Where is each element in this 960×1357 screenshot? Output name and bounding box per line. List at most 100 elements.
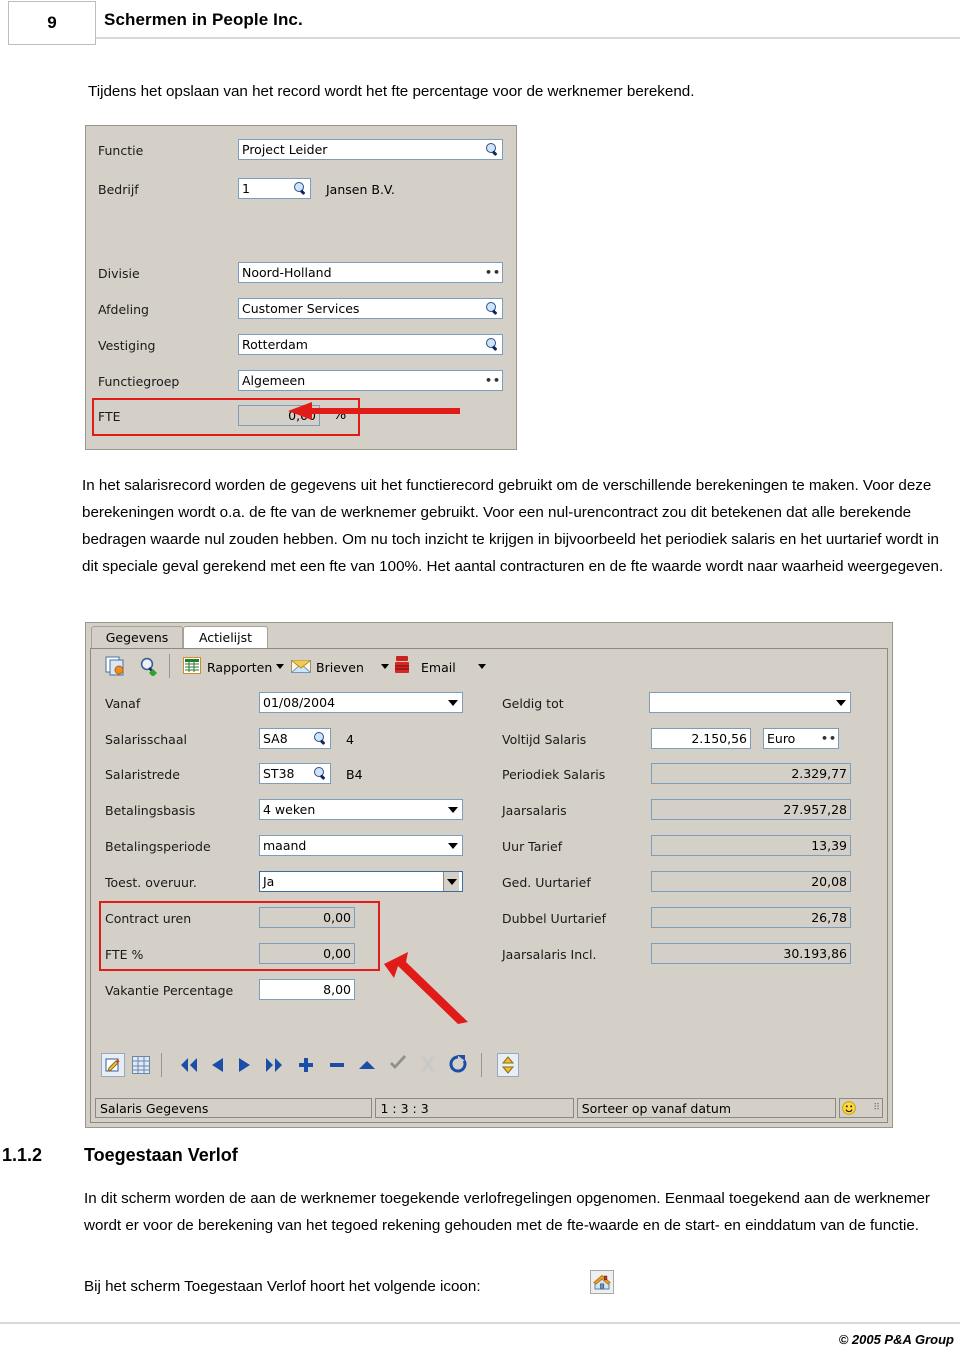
edit-record-icon[interactable]: [101, 1053, 125, 1077]
search-icon[interactable]: [486, 338, 499, 351]
divisie-value: Noord-Holland: [242, 265, 332, 280]
grid-view-icon[interactable]: [131, 1055, 151, 1075]
chevron-down-icon[interactable]: [448, 842, 458, 849]
salarisschaal-field[interactable]: SA8: [259, 728, 331, 749]
search-icon[interactable]: [314, 732, 327, 745]
tab-gegevens[interactable]: Gegevens: [91, 626, 183, 648]
reports-icon[interactable]: [183, 657, 201, 677]
uur-tarief-field[interactable]: 13,39: [651, 835, 851, 856]
divisie-field[interactable]: Noord-Holland •••: [238, 262, 503, 283]
reports-label[interactable]: Rapporten: [207, 660, 272, 675]
functiegroep-value: Algemeen: [242, 373, 306, 388]
functie-value: Project Leider: [242, 142, 328, 157]
afdeling-label: Afdeling: [98, 302, 149, 317]
cancel-icon[interactable]: [419, 1055, 437, 1073]
first-record-icon[interactable]: [177, 1055, 199, 1075]
ellipsis-icon[interactable]: •••: [485, 267, 502, 278]
status-sort-cell: Sorteer op vanaf datum: [576, 1098, 837, 1118]
afdeling-field[interactable]: Customer Services: [238, 298, 503, 319]
jaarsalaris-field[interactable]: 27.957,28: [651, 799, 851, 820]
refresh-icon[interactable]: [448, 1054, 468, 1074]
vakantie-percentage-label: Vakantie Percentage: [105, 983, 234, 998]
footer-divider: [0, 1322, 960, 1324]
dubbel-uurtarief-field[interactable]: 26,78: [651, 907, 851, 928]
status-smiley-cell: ⠿: [839, 1098, 883, 1118]
vestiging-field[interactable]: Rotterdam: [238, 334, 503, 355]
resize-grip-icon[interactable]: ⠿: [873, 1103, 880, 1113]
up-icon[interactable]: [357, 1055, 377, 1075]
chevron-down-icon[interactable]: [448, 699, 458, 706]
ellipsis-icon[interactable]: •••: [485, 375, 502, 386]
reports-chevron-down-icon[interactable]: [276, 664, 284, 669]
salaristrede-value: ST38: [263, 766, 295, 781]
record-navigation-toolbar: [91, 1049, 887, 1081]
smiley-icon[interactable]: [842, 1101, 857, 1115]
voltijd-salaris-field[interactable]: 2.150,56: [651, 728, 751, 749]
functiegroep-label: Functiegroep: [98, 374, 180, 389]
email-chevron-down-icon[interactable]: [478, 664, 486, 669]
contract-uren-field[interactable]: 0,00: [259, 907, 355, 928]
nav-separator-1: [161, 1053, 162, 1077]
page-number-box: 9: [8, 1, 96, 45]
previous-record-icon[interactable]: [209, 1055, 225, 1075]
chevron-down-icon[interactable]: [448, 806, 458, 813]
vakantie-percentage-value: 8,00: [323, 982, 351, 997]
afdeling-value: Customer Services: [242, 301, 360, 316]
search-icon[interactable]: [486, 302, 499, 315]
tab-actielijst[interactable]: Actielijst: [183, 626, 268, 648]
functie-label: Functie: [98, 143, 144, 158]
betalingsbasis-label: Betalingsbasis: [105, 803, 196, 818]
voltijd-salaris-value: 2.150,56: [691, 731, 747, 746]
jaarsalaris-value: 27.957,28: [783, 802, 847, 817]
currency-field[interactable]: Euro •••: [763, 728, 839, 749]
sort-icon[interactable]: [497, 1053, 519, 1077]
toest-overuur-field[interactable]: Ja: [259, 871, 463, 892]
confirm-icon[interactable]: [388, 1054, 408, 1074]
bedrijf-name: Jansen B.V.: [326, 182, 395, 197]
bedrijf-value: 1: [242, 181, 250, 196]
vakantie-percentage-field[interactable]: 8,00: [259, 979, 355, 1000]
functiegroep-field[interactable]: Algemeen •••: [238, 370, 503, 391]
bedrijf-label: Bedrijf: [98, 182, 139, 197]
delete-record-icon[interactable]: [328, 1055, 346, 1075]
house-icon: [590, 1270, 614, 1294]
search-icon[interactable]: [486, 143, 499, 156]
letters-icon[interactable]: [290, 657, 312, 676]
fte-percent-field[interactable]: 0,00: [259, 943, 355, 964]
letters-label[interactable]: Brieven: [316, 660, 364, 675]
search-icon[interactable]: [294, 182, 307, 195]
geldig-tot-label: Geldig tot: [502, 696, 564, 711]
vanaf-field[interactable]: 01/08/2004: [259, 692, 463, 713]
chevron-down-icon[interactable]: [836, 699, 846, 706]
next-record-icon[interactable]: [237, 1055, 253, 1075]
email-label[interactable]: Email: [421, 660, 456, 675]
geldig-tot-field[interactable]: [649, 692, 851, 713]
betalingsperiode-field[interactable]: maand: [259, 835, 463, 856]
betalingsbasis-field[interactable]: 4 weken: [259, 799, 463, 820]
periodiek-salaris-field[interactable]: 2.329,77: [651, 763, 851, 784]
salaristrede-field[interactable]: ST38: [259, 763, 331, 784]
add-record-icon[interactable]: [297, 1055, 315, 1075]
bedrijf-field[interactable]: 1: [238, 178, 311, 199]
copy-record-icon[interactable]: [105, 656, 127, 679]
chevron-down-icon[interactable]: [443, 872, 459, 891]
salarisschaal-value: SA8: [263, 731, 288, 746]
salarisschaal-label: Salarisschaal: [105, 732, 187, 747]
jaarsalaris-incl-field[interactable]: 30.193,86: [651, 943, 851, 964]
find-icon[interactable]: [139, 657, 159, 679]
functie-field[interactable]: Project Leider: [238, 139, 503, 160]
email-icon[interactable]: [394, 655, 410, 678]
last-record-icon[interactable]: [264, 1055, 286, 1075]
ged-uurtarief-value: 20,08: [811, 874, 847, 889]
ellipsis-icon[interactable]: •••: [821, 733, 838, 744]
status-left-cell: Salaris Gegevens: [95, 1098, 373, 1118]
uur-tarief-label: Uur Tarief: [502, 839, 563, 854]
fte-pointer-arrow: [288, 402, 460, 420]
letters-chevron-down-icon[interactable]: [381, 664, 389, 669]
fte-percent-value: 0,00: [323, 946, 351, 961]
search-icon[interactable]: [314, 767, 327, 780]
currency-value: Euro: [767, 731, 796, 746]
fte-label: FTE: [98, 409, 121, 424]
ged-uurtarief-field[interactable]: 20,08: [651, 871, 851, 892]
section-number: 1.1.2: [2, 1145, 43, 1165]
